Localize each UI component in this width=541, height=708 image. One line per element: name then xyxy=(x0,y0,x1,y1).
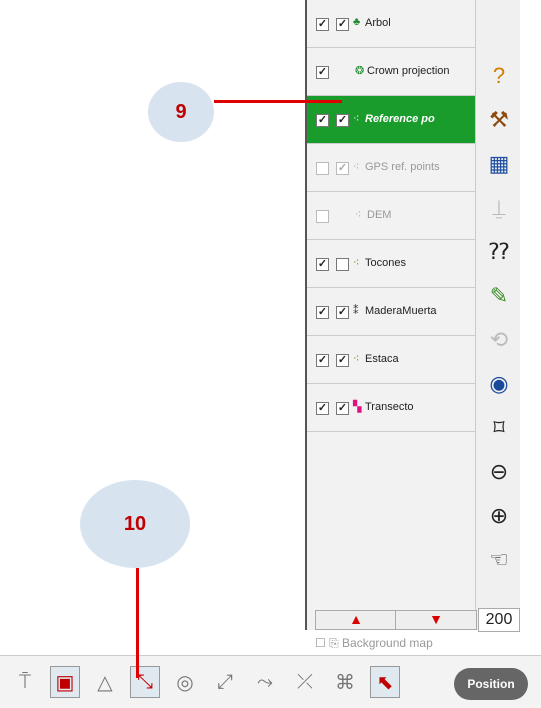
layer-row[interactable]: ✓ ❂ Crown projection xyxy=(307,48,475,96)
zoom-extent-icon[interactable]: ⌑ xyxy=(482,410,516,446)
layer-row[interactable]: ✓ ✓ ⁖ Estaca xyxy=(307,336,475,384)
move-layer-down-button[interactable]: ▼ xyxy=(395,610,477,630)
layer-visible-checkbox[interactable]: ✓ xyxy=(316,114,329,127)
background-map-toggle[interactable]: ☐ ⎘ Background map xyxy=(315,636,433,651)
stake-icon: ⁖ xyxy=(353,353,360,365)
tree-icon: ♣ xyxy=(353,16,361,28)
zoom-out-icon[interactable]: ⊖ xyxy=(482,454,516,490)
query-icon[interactable]: ⁇ xyxy=(482,234,516,270)
tool-arrow-icon[interactable]: ⬉ xyxy=(370,666,400,698)
callout-10: 10 xyxy=(80,480,190,568)
layer-visible-checkbox[interactable]: ✓ xyxy=(316,258,329,271)
layer-label: Arbol xyxy=(365,17,391,29)
callout-9: 9 xyxy=(148,82,214,142)
tool-polygon-icon[interactable]: △ xyxy=(90,666,120,698)
layer-editable-checkbox[interactable] xyxy=(336,258,349,271)
crown-icon: ❂ xyxy=(355,65,365,77)
layer-row[interactable]: ⁖ DEM xyxy=(307,192,475,240)
transect-icon: ▚ xyxy=(353,401,362,413)
stump-icon: ⁖ xyxy=(353,257,360,269)
layer-visible-checkbox[interactable]: ✓ xyxy=(316,306,329,319)
tool-delete-icon[interactable]: ⌘ xyxy=(330,666,360,698)
layer-row[interactable]: ✓ ✓ ▚ Transecto xyxy=(307,384,475,432)
zoom-in-icon[interactable]: ⊕ xyxy=(482,498,516,534)
layer-editable-checkbox[interactable]: ✓ xyxy=(336,354,349,367)
tool-reference-icon[interactable]: ⤡ xyxy=(130,666,160,698)
tool-edit-icon[interactable]: ⍑ xyxy=(10,666,40,698)
layer-row[interactable]: ✓ ⁖ GPS ref. points xyxy=(307,144,475,192)
layer-editable-checkbox[interactable]: ✓ xyxy=(336,162,349,175)
layer-label: MaderaMuerta xyxy=(365,305,437,317)
ref-points-icon: ⁖ xyxy=(353,113,360,125)
callout-10-leader xyxy=(136,568,139,678)
position-button[interactable]: Position xyxy=(454,668,528,700)
gps-points-icon: ⁖ xyxy=(353,161,360,173)
layer-visible-checkbox[interactable]: ✓ xyxy=(316,66,329,79)
profile-icon[interactable]: ⍊ xyxy=(482,190,516,226)
layer-label: Transecto xyxy=(365,401,414,413)
layer-editable-checkbox[interactable]: ✓ xyxy=(336,18,349,31)
layer-row[interactable]: ✓ ✓ ♣ Arbol xyxy=(307,0,475,48)
layer-visible-checkbox[interactable] xyxy=(316,210,329,223)
layer-visible-checkbox[interactable] xyxy=(316,162,329,175)
layer-row[interactable]: ✓ ✓ ⁖ Reference po xyxy=(307,96,475,144)
tool-select-feature-icon[interactable]: ▣ xyxy=(50,666,80,698)
move-layer-up-button[interactable]: ▲ xyxy=(315,610,397,630)
layer-panel: ✓ ✓ ♣ Arbol ✓ ❂ Crown projection ✓ ✓ ⁖ Reference p… xyxy=(307,0,475,630)
layer-label: GPS ref. points xyxy=(365,161,440,173)
callout-9-leader xyxy=(214,100,342,103)
layer-editable-checkbox[interactable]: ✓ xyxy=(336,306,349,319)
layer-visible-checkbox[interactable]: ✓ xyxy=(316,354,329,367)
tool-transect-icon[interactable]: ⤳ xyxy=(250,666,280,698)
tool-line-icon[interactable]: ⤢ xyxy=(210,666,240,698)
layer-visible-checkbox[interactable]: ✓ xyxy=(316,402,329,415)
layer-label: Crown projection xyxy=(367,65,450,77)
measure-icon[interactable]: ✎ xyxy=(482,278,516,314)
tool-cross-icon[interactable]: ⤫ xyxy=(290,666,320,698)
background-map-label: Background map xyxy=(342,636,433,650)
table-icon[interactable]: ▦ xyxy=(482,146,516,182)
tools-icon[interactable]: ⚒ xyxy=(482,102,516,138)
scale-field[interactable]: 200 xyxy=(478,608,520,632)
layer-editable-checkbox[interactable]: ✓ xyxy=(336,114,349,127)
help-icon[interactable]: ? xyxy=(482,58,516,94)
globe-icon[interactable]: ◉ xyxy=(482,366,516,402)
dem-icon: ⁖ xyxy=(355,209,362,221)
tool-crown-icon[interactable]: ◎ xyxy=(170,666,200,698)
layer-row[interactable]: ✓ ✓ ⁑ MaderaMuerta xyxy=(307,288,475,336)
layer-label: Tocones xyxy=(365,257,406,269)
layer-label: DEM xyxy=(367,209,392,221)
pan-hand-icon[interactable]: ☜ xyxy=(482,542,516,578)
layer-visible-checkbox[interactable]: ✓ xyxy=(316,18,329,31)
layer-label: Estaca xyxy=(365,353,399,365)
right-toolbar: ? ⚒ ▦ ⍊ ⁇ ✎ ⟲ ◉ ⌑ ⊖ ⊕ ☜ xyxy=(475,0,520,630)
bottom-toolbar: Position ⍑ ▣ △ ⤡ ◎ ⤢ ⤳ ⤫ ⌘ ⬉ xyxy=(0,655,541,708)
layer-label: Reference po xyxy=(365,113,435,125)
rotate-icon[interactable]: ⟲ xyxy=(482,322,516,358)
layer-row[interactable]: ✓ ⁖ Tocones xyxy=(307,240,475,288)
layer-editable-checkbox[interactable]: ✓ xyxy=(336,402,349,415)
deadwood-icon: ⁑ xyxy=(353,305,359,317)
